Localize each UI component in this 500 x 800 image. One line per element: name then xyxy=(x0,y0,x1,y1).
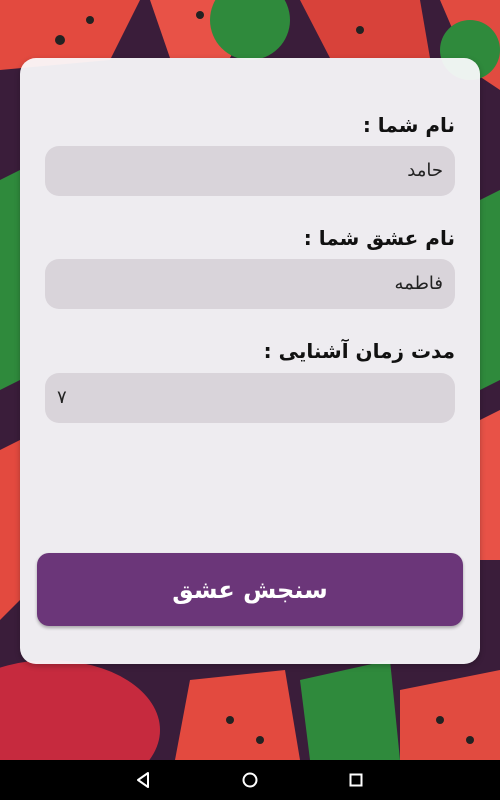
lover-name-input[interactable]: فاطمه xyxy=(45,259,455,309)
android-navigation-bar xyxy=(0,760,500,800)
recents-square-icon[interactable] xyxy=(344,768,368,792)
measure-love-button[interactable]: سنجش عشق xyxy=(37,553,463,626)
your-name-input[interactable]: حامد xyxy=(45,146,455,196)
acquaintance-duration-input[interactable]: ۷ xyxy=(45,373,455,423)
acquaintance-duration-label: مدت زمان آشنایی : xyxy=(263,339,455,363)
home-circle-icon[interactable] xyxy=(238,768,262,792)
lover-name-label: نام عشق شما : xyxy=(303,226,455,250)
your-name-label: نام شما : xyxy=(362,113,455,137)
back-triangle-icon[interactable] xyxy=(131,768,155,792)
love-calculator-form: نام شما : حامد نام عشق شما : فاطمه مدت ز… xyxy=(20,58,480,664)
